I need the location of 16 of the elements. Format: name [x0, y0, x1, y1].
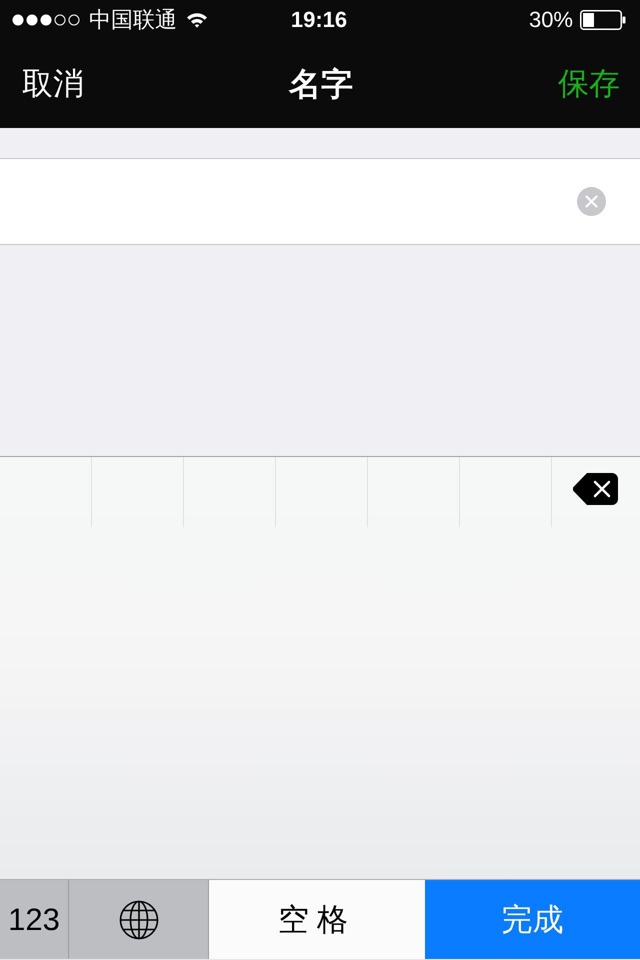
done-key[interactable]: 完成	[425, 880, 640, 959]
save-button[interactable]: 保存	[558, 65, 620, 103]
wifi-icon	[186, 12, 208, 28]
space-key[interactable]: 空格	[209, 880, 425, 959]
name-input-field[interactable]	[0, 158, 640, 245]
delete-key-icon[interactable]	[573, 473, 618, 505]
battery-icon	[580, 10, 626, 30]
number-mode-key[interactable]: 123	[0, 880, 69, 959]
carrier-name: 中国联通	[89, 7, 177, 33]
status-time: 19:16	[290, 7, 348, 33]
signal-strength-icon	[12, 14, 80, 26]
battery-percentage: 30%	[528, 7, 573, 33]
cancel-button[interactable]: 取消	[22, 65, 84, 103]
globe-key[interactable]	[69, 880, 209, 959]
page-title: 名字	[289, 65, 353, 103]
globe-icon	[118, 900, 158, 940]
